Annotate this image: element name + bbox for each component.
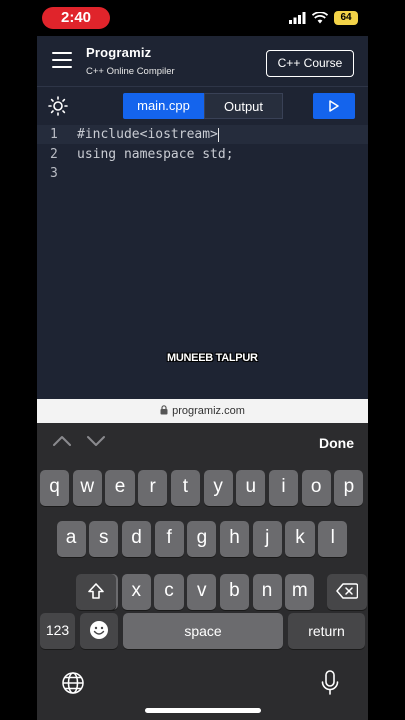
keyboard-accessory-bar: Done xyxy=(37,423,368,463)
code-editor[interactable]: 1 #include<iostream> 2 using namespace s… xyxy=(37,124,368,399)
browser-url-bar[interactable]: programiz.com xyxy=(37,399,368,423)
backspace-icon xyxy=(336,583,359,599)
key-f[interactable]: f xyxy=(154,521,184,557)
key-k[interactable]: k xyxy=(285,521,315,557)
url-text: programiz.com xyxy=(172,405,245,417)
status-icons: 64 xyxy=(289,10,358,26)
emoji-icon xyxy=(90,621,108,639)
key-x[interactable]: x xyxy=(121,574,151,610)
editor-toolbar: main.cpp Output xyxy=(37,86,368,124)
code-line[interactable]: 1 #include<iostream> xyxy=(37,125,368,144)
line-number: 2 xyxy=(50,147,58,162)
key-r[interactable]: r xyxy=(138,470,168,506)
code-line[interactable]: 2 using namespace std; xyxy=(37,145,368,164)
battery-indicator: 64 xyxy=(334,11,358,25)
signal-icon xyxy=(289,12,306,24)
key-t[interactable]: t xyxy=(170,470,200,506)
key-m[interactable]: m xyxy=(285,574,315,610)
tab-output[interactable]: Output xyxy=(204,93,283,119)
key-n[interactable]: n xyxy=(252,574,282,610)
key-v[interactable]: v xyxy=(187,574,217,610)
key-u[interactable]: u xyxy=(236,470,266,506)
tab-main-cpp[interactable]: main.cpp xyxy=(123,93,204,119)
key-i[interactable]: i xyxy=(268,470,299,506)
text-caret xyxy=(217,127,219,142)
done-button[interactable]: Done xyxy=(319,435,354,451)
brand-subtitle: C++ Online Compiler xyxy=(86,66,175,77)
status-bar: 2:40 64 xyxy=(37,0,368,36)
space-key[interactable]: space xyxy=(123,613,283,649)
brand[interactable]: Programiz C++ Online Compiler xyxy=(86,45,175,77)
code-text: #include<iostream> xyxy=(77,127,218,142)
key-l[interactable]: l xyxy=(318,521,348,557)
key-o[interactable]: o xyxy=(301,470,331,506)
app-header: Programiz C++ Online Compiler C++ Course xyxy=(37,36,368,86)
play-icon xyxy=(329,100,339,112)
phone-screen: 2:40 64 Programiz C++ Online Compiler C+… xyxy=(37,0,368,720)
key-j[interactable]: j xyxy=(252,521,282,557)
return-key[interactable]: return xyxy=(288,613,365,649)
globe-icon[interactable] xyxy=(61,671,85,695)
keyboard: Done qwertyuiop asdfghjkl zxcvbnm 123 xyxy=(37,423,368,720)
line-number: 1 xyxy=(50,127,58,142)
microphone-icon[interactable] xyxy=(321,670,339,696)
key-q[interactable]: q xyxy=(40,470,70,506)
code-text: using namespace std; xyxy=(77,147,234,162)
key-p[interactable]: p xyxy=(334,470,364,506)
brand-name: Programiz xyxy=(86,45,152,60)
key-y[interactable]: y xyxy=(203,470,233,506)
code-line[interactable]: 3 xyxy=(37,164,368,183)
line-number: 3 xyxy=(50,166,58,181)
key-c[interactable]: c xyxy=(154,574,184,610)
key-b[interactable]: b xyxy=(219,574,249,610)
status-time: 2:40 xyxy=(42,7,110,29)
key-g[interactable]: g xyxy=(187,521,217,557)
run-button[interactable] xyxy=(313,93,355,119)
emoji-key[interactable] xyxy=(80,613,118,649)
wifi-icon xyxy=(312,12,328,24)
sun-icon[interactable] xyxy=(48,96,68,116)
lock-icon xyxy=(160,405,168,415)
shift-key[interactable] xyxy=(76,574,116,610)
watermark-text: MUNEEB TALPUR xyxy=(167,352,258,364)
backspace-key[interactable] xyxy=(327,574,367,610)
key-s[interactable]: s xyxy=(89,521,119,557)
key-w[interactable]: w xyxy=(72,470,102,506)
home-indicator xyxy=(145,708,261,713)
key-h[interactable]: h xyxy=(220,521,250,557)
chevron-down-icon[interactable] xyxy=(87,435,105,447)
key-e[interactable]: e xyxy=(105,470,135,506)
key-a[interactable]: a xyxy=(56,521,86,557)
key-d[interactable]: d xyxy=(121,521,152,557)
course-button[interactable]: C++ Course xyxy=(266,50,354,77)
shift-icon xyxy=(88,583,104,599)
menu-icon[interactable] xyxy=(52,52,72,68)
chevron-up-icon[interactable] xyxy=(53,435,71,447)
numbers-key[interactable]: 123 xyxy=(40,613,75,649)
